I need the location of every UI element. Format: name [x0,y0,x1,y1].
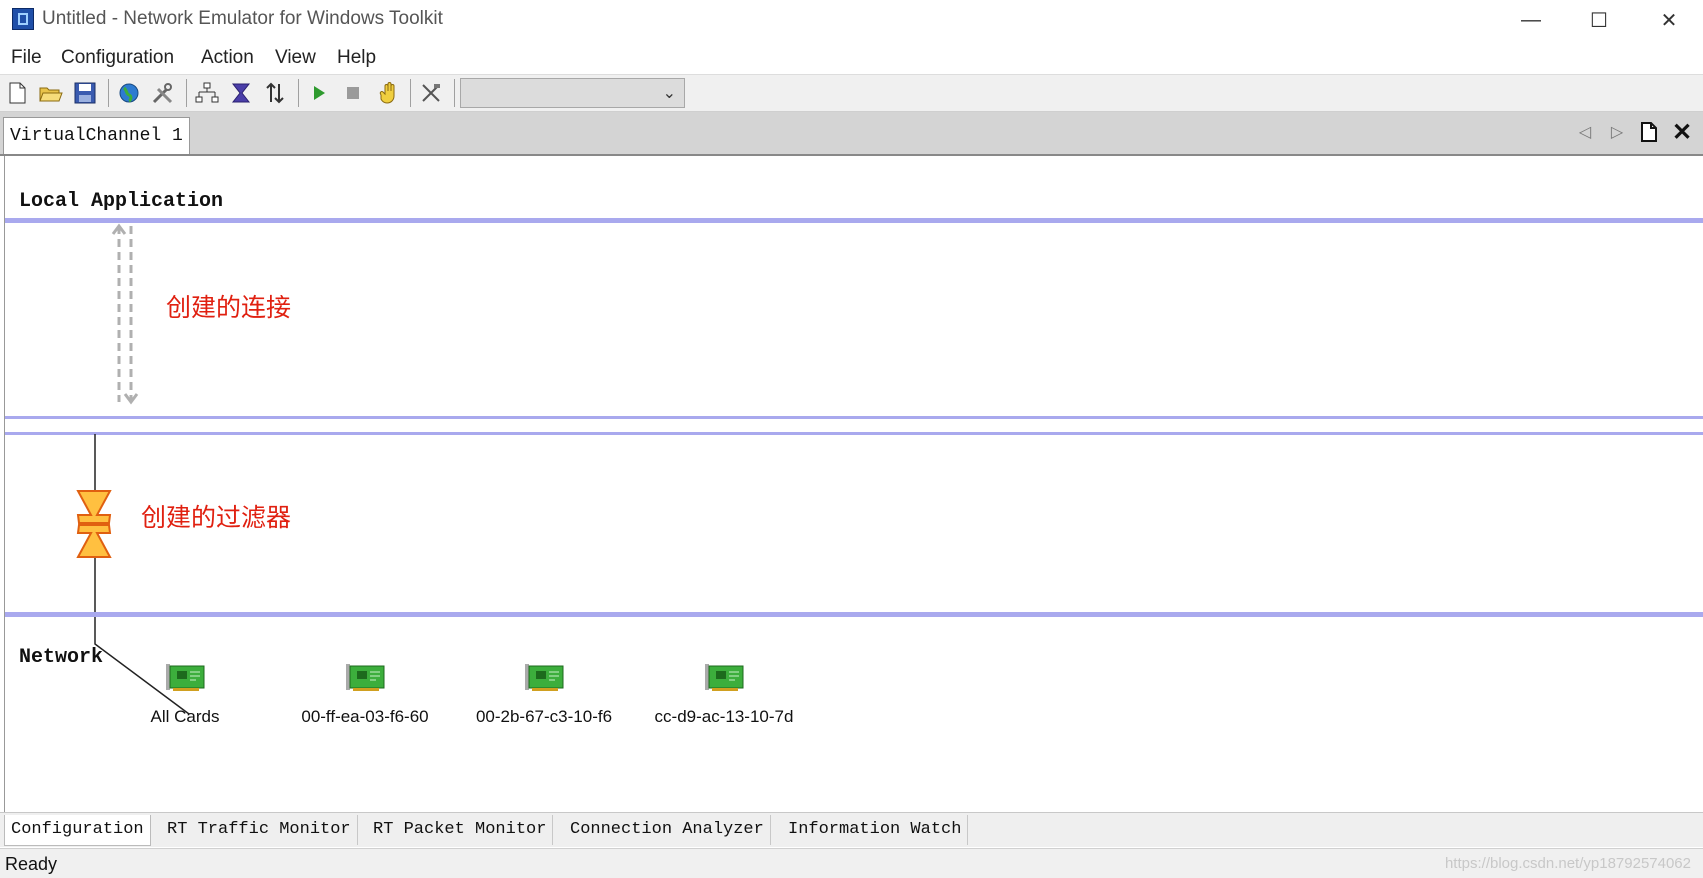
tab-rt-traffic-monitor[interactable]: RT Traffic Monitor [161,815,358,845]
tab-configuration[interactable]: Configuration [4,815,151,846]
status-text: Ready [5,854,58,874]
right-arrow-icon[interactable]: ▷ [1603,118,1631,146]
filter-icon[interactable] [228,80,254,106]
local-application-label: Local Application [19,190,224,213]
close-icon[interactable]: ✕ [1668,118,1696,146]
network-card-icon [525,664,564,691]
new-page-icon[interactable] [1635,118,1663,146]
app-icon [12,8,34,30]
save-icon[interactable] [72,80,98,106]
minimize-button[interactable]: — [1497,0,1565,40]
menu-configuration[interactable]: Configuration [61,47,174,69]
maximize-button[interactable]: ☐ [1565,0,1633,40]
network-label: Network [19,646,104,669]
menu-help[interactable]: Help [337,47,376,69]
play-icon[interactable] [306,80,332,106]
globe-icon[interactable] [116,80,142,106]
menu-view[interactable]: View [275,47,316,69]
toolbar: ⌄ [0,75,1703,112]
document-tab-strip: VirtualChannel 1 ◁ ▷ ✕ [0,112,1703,156]
status-bar: Ready https://blog.csdn.net/yp1879257406… [0,848,1703,878]
network-card-icon [346,664,385,691]
local-application-divider [5,218,1703,223]
title-bar: Untitled - Network Emulator for Windows … [0,0,1703,40]
middle-divider-bottom [5,432,1703,435]
nic-card-1[interactable]: 00-ff-ea-03-f6-60 [280,662,450,727]
virtual-channel-combo[interactable]: ⌄ [460,78,685,108]
view-tabs: Configuration RT Traffic Monitor RT Pack… [0,812,1703,847]
nic-label: 00-ff-ea-03-f6-60 [301,707,429,726]
tab-rt-packet-monitor[interactable]: RT Packet Monitor [367,815,554,845]
chevron-down-icon: ⌄ [662,85,676,102]
nic-label: All Cards [150,707,220,726]
watermark-text: https://blog.csdn.net/yp18792574062 [1444,855,1691,872]
sort-arrows-icon[interactable] [262,80,288,106]
close-window-button[interactable]: ✕ [1635,0,1703,40]
new-file-icon[interactable] [4,80,30,106]
filter-annotation: 创建的过滤器 [141,504,292,532]
nic-card-2[interactable]: 00-2b-67-c3-10-f6 [459,662,629,727]
connection-annotation: 创建的连接 [166,294,292,322]
connection-arrow[interactable] [105,222,145,412]
nic-label: cc-d9-ac-13-10-7d [654,707,794,726]
middle-divider-top [5,416,1703,419]
nic-label: 00-2b-67-c3-10-f6 [475,707,613,726]
tab-information-watch[interactable]: Information Watch [782,815,969,845]
tab-connection-analyzer[interactable]: Connection Analyzer [564,815,771,845]
network-card-icon [166,664,205,691]
connection-lines [94,434,190,715]
hand-icon[interactable] [374,80,400,106]
network-card-icon [705,664,744,691]
left-arrow-icon[interactable]: ◁ [1571,118,1599,146]
menu-action[interactable]: Action [201,47,254,69]
nic-card-3[interactable]: cc-d9-ac-13-10-7d [639,662,809,727]
stop-icon[interactable] [340,80,366,106]
tools-icon[interactable] [150,80,176,106]
configuration-canvas: Local Application 创建的连接 创建的过滤器 Network A… [4,156,1703,812]
filter-node-icon[interactable] [75,488,115,560]
network-divider [5,612,1703,617]
menu-file[interactable]: File [11,47,42,69]
network-topology-icon[interactable] [194,80,220,106]
open-folder-icon[interactable] [38,80,64,106]
tab-virtualchannel-1[interactable]: VirtualChannel 1 [3,117,190,154]
nic-all-cards[interactable]: All Cards [100,662,270,727]
disconnect-icon[interactable] [418,80,444,106]
window-title: Untitled - Network Emulator for Windows … [42,8,443,29]
menu-bar: File Configuration Action View Help [0,40,1703,75]
